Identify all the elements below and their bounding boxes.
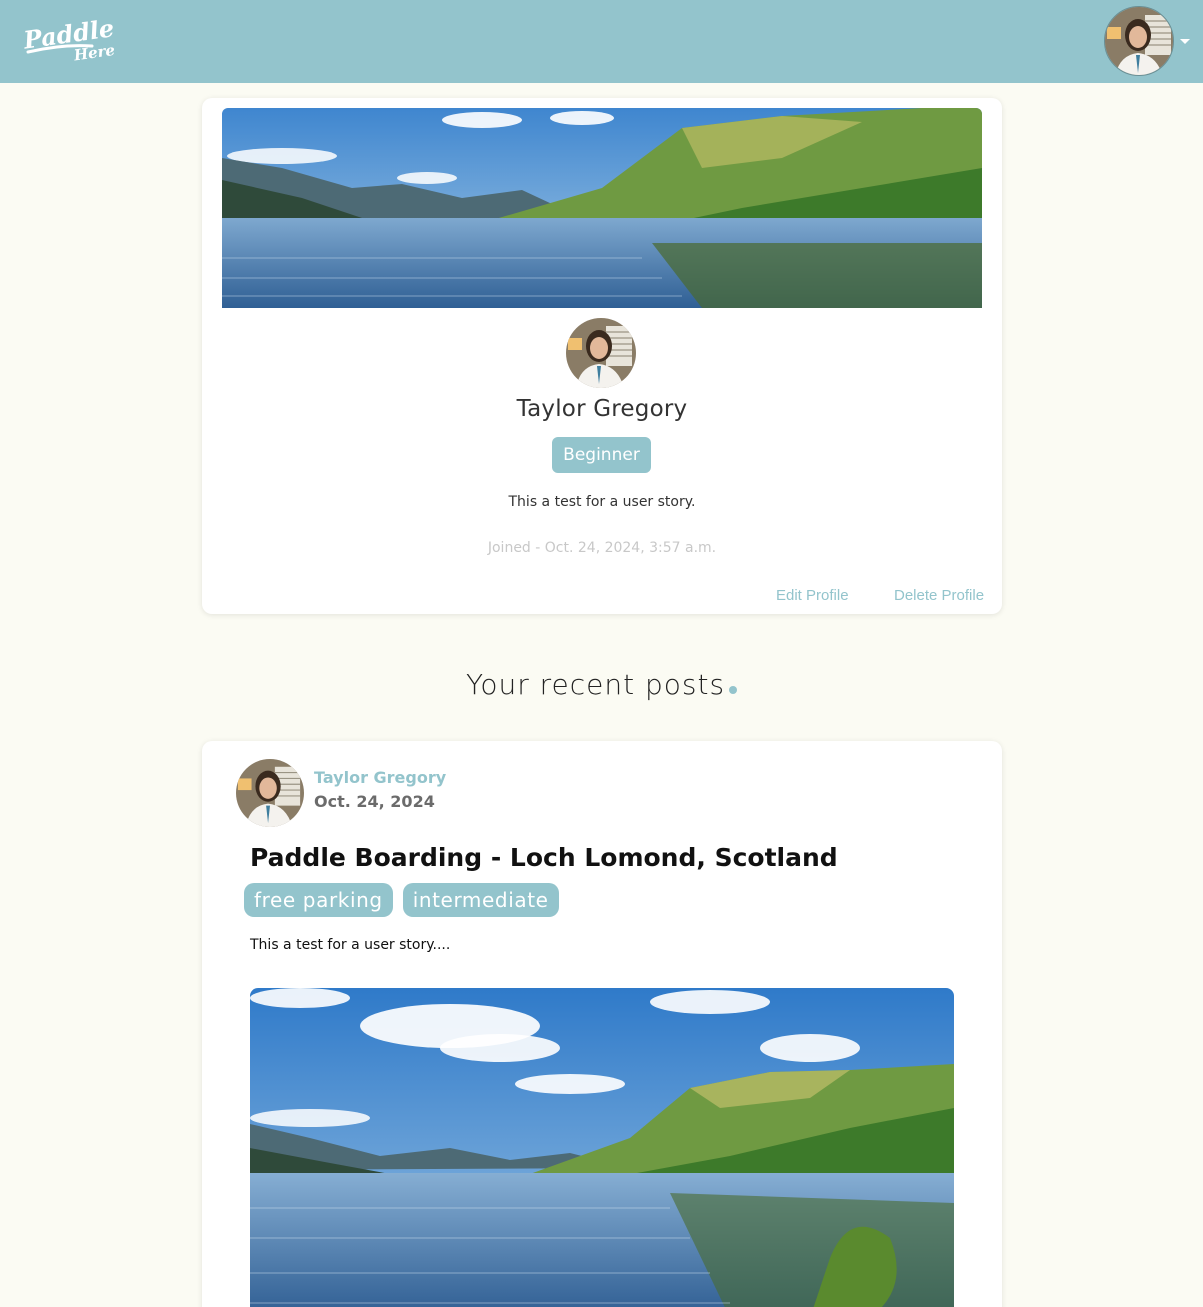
post-date: Oct. 24, 2024 [314,792,435,811]
profile-bio: This a test for a user story. [508,494,696,510]
top-navbar: Paddle Here [0,0,1203,83]
profile-banner-image [222,108,982,308]
joined-date: Joined - Oct. 24, 2024, 3:57 a.m. [487,540,717,556]
avatar [1104,6,1174,76]
level-badge: Beginner [552,437,651,473]
post-title[interactable]: Paddle Boarding - Loch Lomond, Scotland [250,843,838,872]
post-card[interactable]: Taylor Gregory Oct. 24, 2024 Paddle Boar… [202,741,1002,1307]
profile-card: Taylor Gregory Beginner This a test for … [202,98,1002,614]
tag-intermediate[interactable]: intermediate [402,883,559,917]
accent-dot-icon [729,686,738,694]
delete-profile-link[interactable]: Delete Profile [894,587,984,604]
post-image[interactable] [250,988,954,1307]
post-author-avatar [236,759,304,827]
recent-posts-heading: Your recent posts [0,668,1203,701]
post-excerpt: This a test for a user story.... [250,937,451,953]
user-menu-toggle[interactable] [1104,5,1194,77]
tag-free-parking[interactable]: free parking [244,883,393,917]
recent-posts-title: Your recent posts [465,668,726,701]
paddle-here-logo[interactable]: Paddle Here [21,13,126,66]
edit-profile-link[interactable]: Edit Profile [776,587,849,604]
profile-avatar [566,318,636,388]
post-tags: free parking intermediate [244,883,559,917]
caret-down-icon [1180,38,1190,44]
profile-name: Taylor Gregory [516,396,688,422]
post-author-link[interactable]: Taylor Gregory [314,768,446,787]
